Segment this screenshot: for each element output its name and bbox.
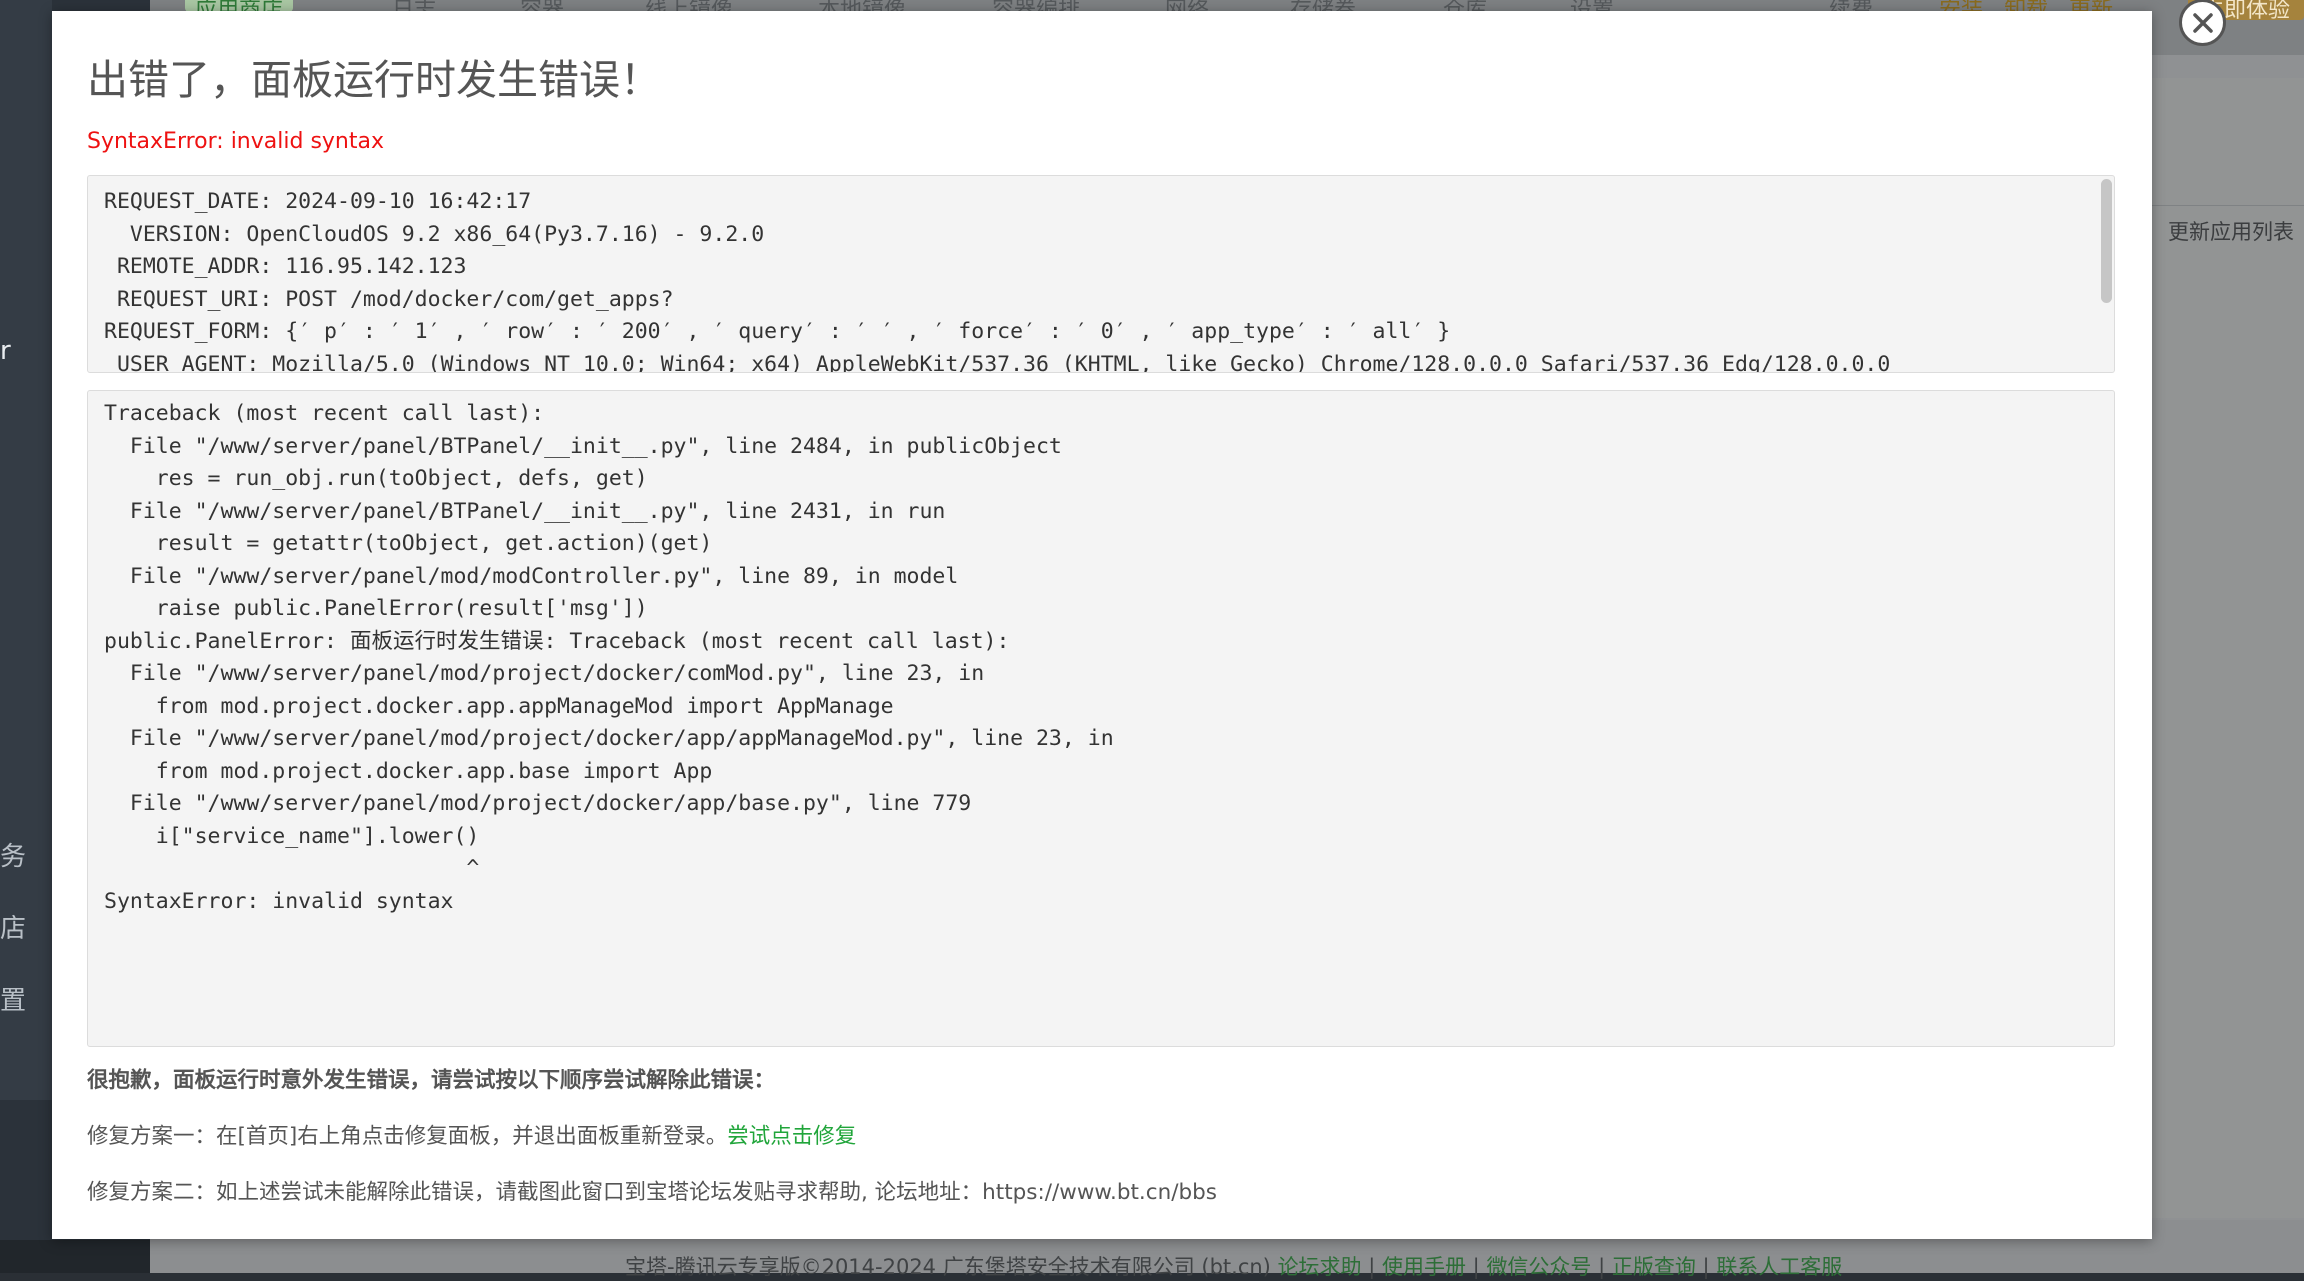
traceback-line: File "/www/server/panel/mod/modControlle… [104, 563, 959, 589]
footer-link-manual[interactable]: 使用手册 [1382, 1255, 1466, 1279]
fix-option-1: 修复方案一：在[首页]右上角点击修复面板，并退出面板重新登录。尝试点击修复 [87, 1119, 856, 1150]
traceback-line: SyntaxError: invalid syntax [104, 888, 454, 914]
traceback-line: res = run_obj.run(toObject, defs, get) [104, 466, 648, 491]
divider [2152, 205, 2304, 206]
close-button[interactable] [2179, 0, 2226, 46]
refresh-app-list-button[interactable]: 更新应用列表 [2168, 216, 2294, 246]
traceback-line: raise public.PanelError(result['msg']) [104, 596, 648, 621]
request-date-line: REQUEST_DATE: 2024-09-10 16:42:17 [104, 189, 532, 214]
traceback-line: File "/www/server/panel/BTPanel/__init__… [104, 433, 1062, 459]
sidebar-item-partial[interactable]: 店 [0, 908, 26, 945]
sidebar-item-partial[interactable]: 务 [0, 836, 26, 873]
footer-link-forum[interactable]: 论坛求助 [1278, 1255, 1362, 1279]
error-summary: SyntaxError: invalid syntax [87, 129, 384, 154]
traceback-box: Traceback (most recent call last): File … [87, 390, 2115, 1047]
traceback-line: result = getattr(toObject, get.action)(g… [104, 531, 713, 556]
traceback-line: File "/www/server/panel/mod/project/dock… [104, 791, 972, 816]
request-info-scrollbar[interactable] [2101, 179, 2112, 303]
traceback-line: public.PanelError: 面板运行时发生错误: Traceback … [104, 628, 1010, 654]
traceback-line: from mod.project.docker.app.base import … [104, 758, 713, 784]
sidebar-item-partial[interactable]: 置 [0, 980, 26, 1017]
background-sidebar-footer [0, 1240, 150, 1273]
traceback-line: File "/www/server/panel/mod/project/dock… [104, 661, 985, 686]
repair-link[interactable]: 尝试点击修复 [727, 1124, 856, 1149]
sidebar-item-partial[interactable]: r [0, 336, 11, 366]
error-dialog: 出错了，面板运行时发生错误！ SyntaxError: invalid synt… [52, 0, 2226, 1239]
close-icon [2192, 12, 2213, 33]
request-form-line: REQUEST_FORM: {′ p′ : ′ 1′ , ′ row′ : ′ … [104, 319, 1451, 344]
traceback-line: from mod.project.docker.app.appManageMod… [104, 693, 894, 719]
traceback-line: File "/www/server/panel/BTPanel/__init__… [104, 498, 946, 524]
fix-option-2: 修复方案二：如上述尝试未能解除此错误，请截图此窗口到宝塔论坛发贴寻求帮助, 论坛… [87, 1180, 1217, 1205]
footer-link-support[interactable]: 联系人工客服 [1716, 1255, 1842, 1279]
traceback-line: Traceback (most recent call last): [104, 401, 545, 426]
traceback-line: ^ [104, 856, 480, 881]
request-info-box[interactable]: REQUEST_DATE: 2024-09-10 16:42:17 VERSIO… [87, 175, 2115, 373]
footer-link-wechat[interactable]: 微信公众号 [1486, 1255, 1591, 1279]
user-agent-line: USER_AGENT: Mozilla/5.0 (Windows NT 10.0… [104, 351, 1891, 373]
remote-addr-line: REMOTE_ADDR: 116.95.142.123 [104, 254, 467, 279]
version-line: VERSION: OpenCloudOS 9.2 x86_64(Py3.7.16… [104, 221, 765, 247]
fix-option-1-text: 修复方案一：在[首页]右上角点击修复面板，并退出面板重新登录。 [87, 1124, 728, 1149]
background-right-panel [2150, 78, 2304, 1218]
traceback-line: i["service_name"].lower() [104, 823, 480, 849]
traceback-line: File "/www/server/panel/mod/project/dock… [104, 726, 1114, 751]
dialog-title: 出错了，面板运行时发生错误！ [87, 56, 661, 104]
footer-text: 宝塔-腾讯云专享版©2014-2024 广东堡塔安全技术有限公司 (bt.cn)… [625, 1255, 1843, 1279]
footer-copyright: 宝塔-腾讯云专享版©2014-2024 广东堡塔安全技术有限公司 (bt.cn) [625, 1255, 1271, 1279]
footer-link-license[interactable]: 正版查询 [1612, 1255, 1696, 1279]
request-uri-line: REQUEST_URI: POST /mod/docker/com/get_ap… [104, 286, 674, 312]
help-heading: 很抱歉，面板运行时意外发生错误，请尝试按以下顺序尝试解除此错误： [87, 1068, 776, 1093]
